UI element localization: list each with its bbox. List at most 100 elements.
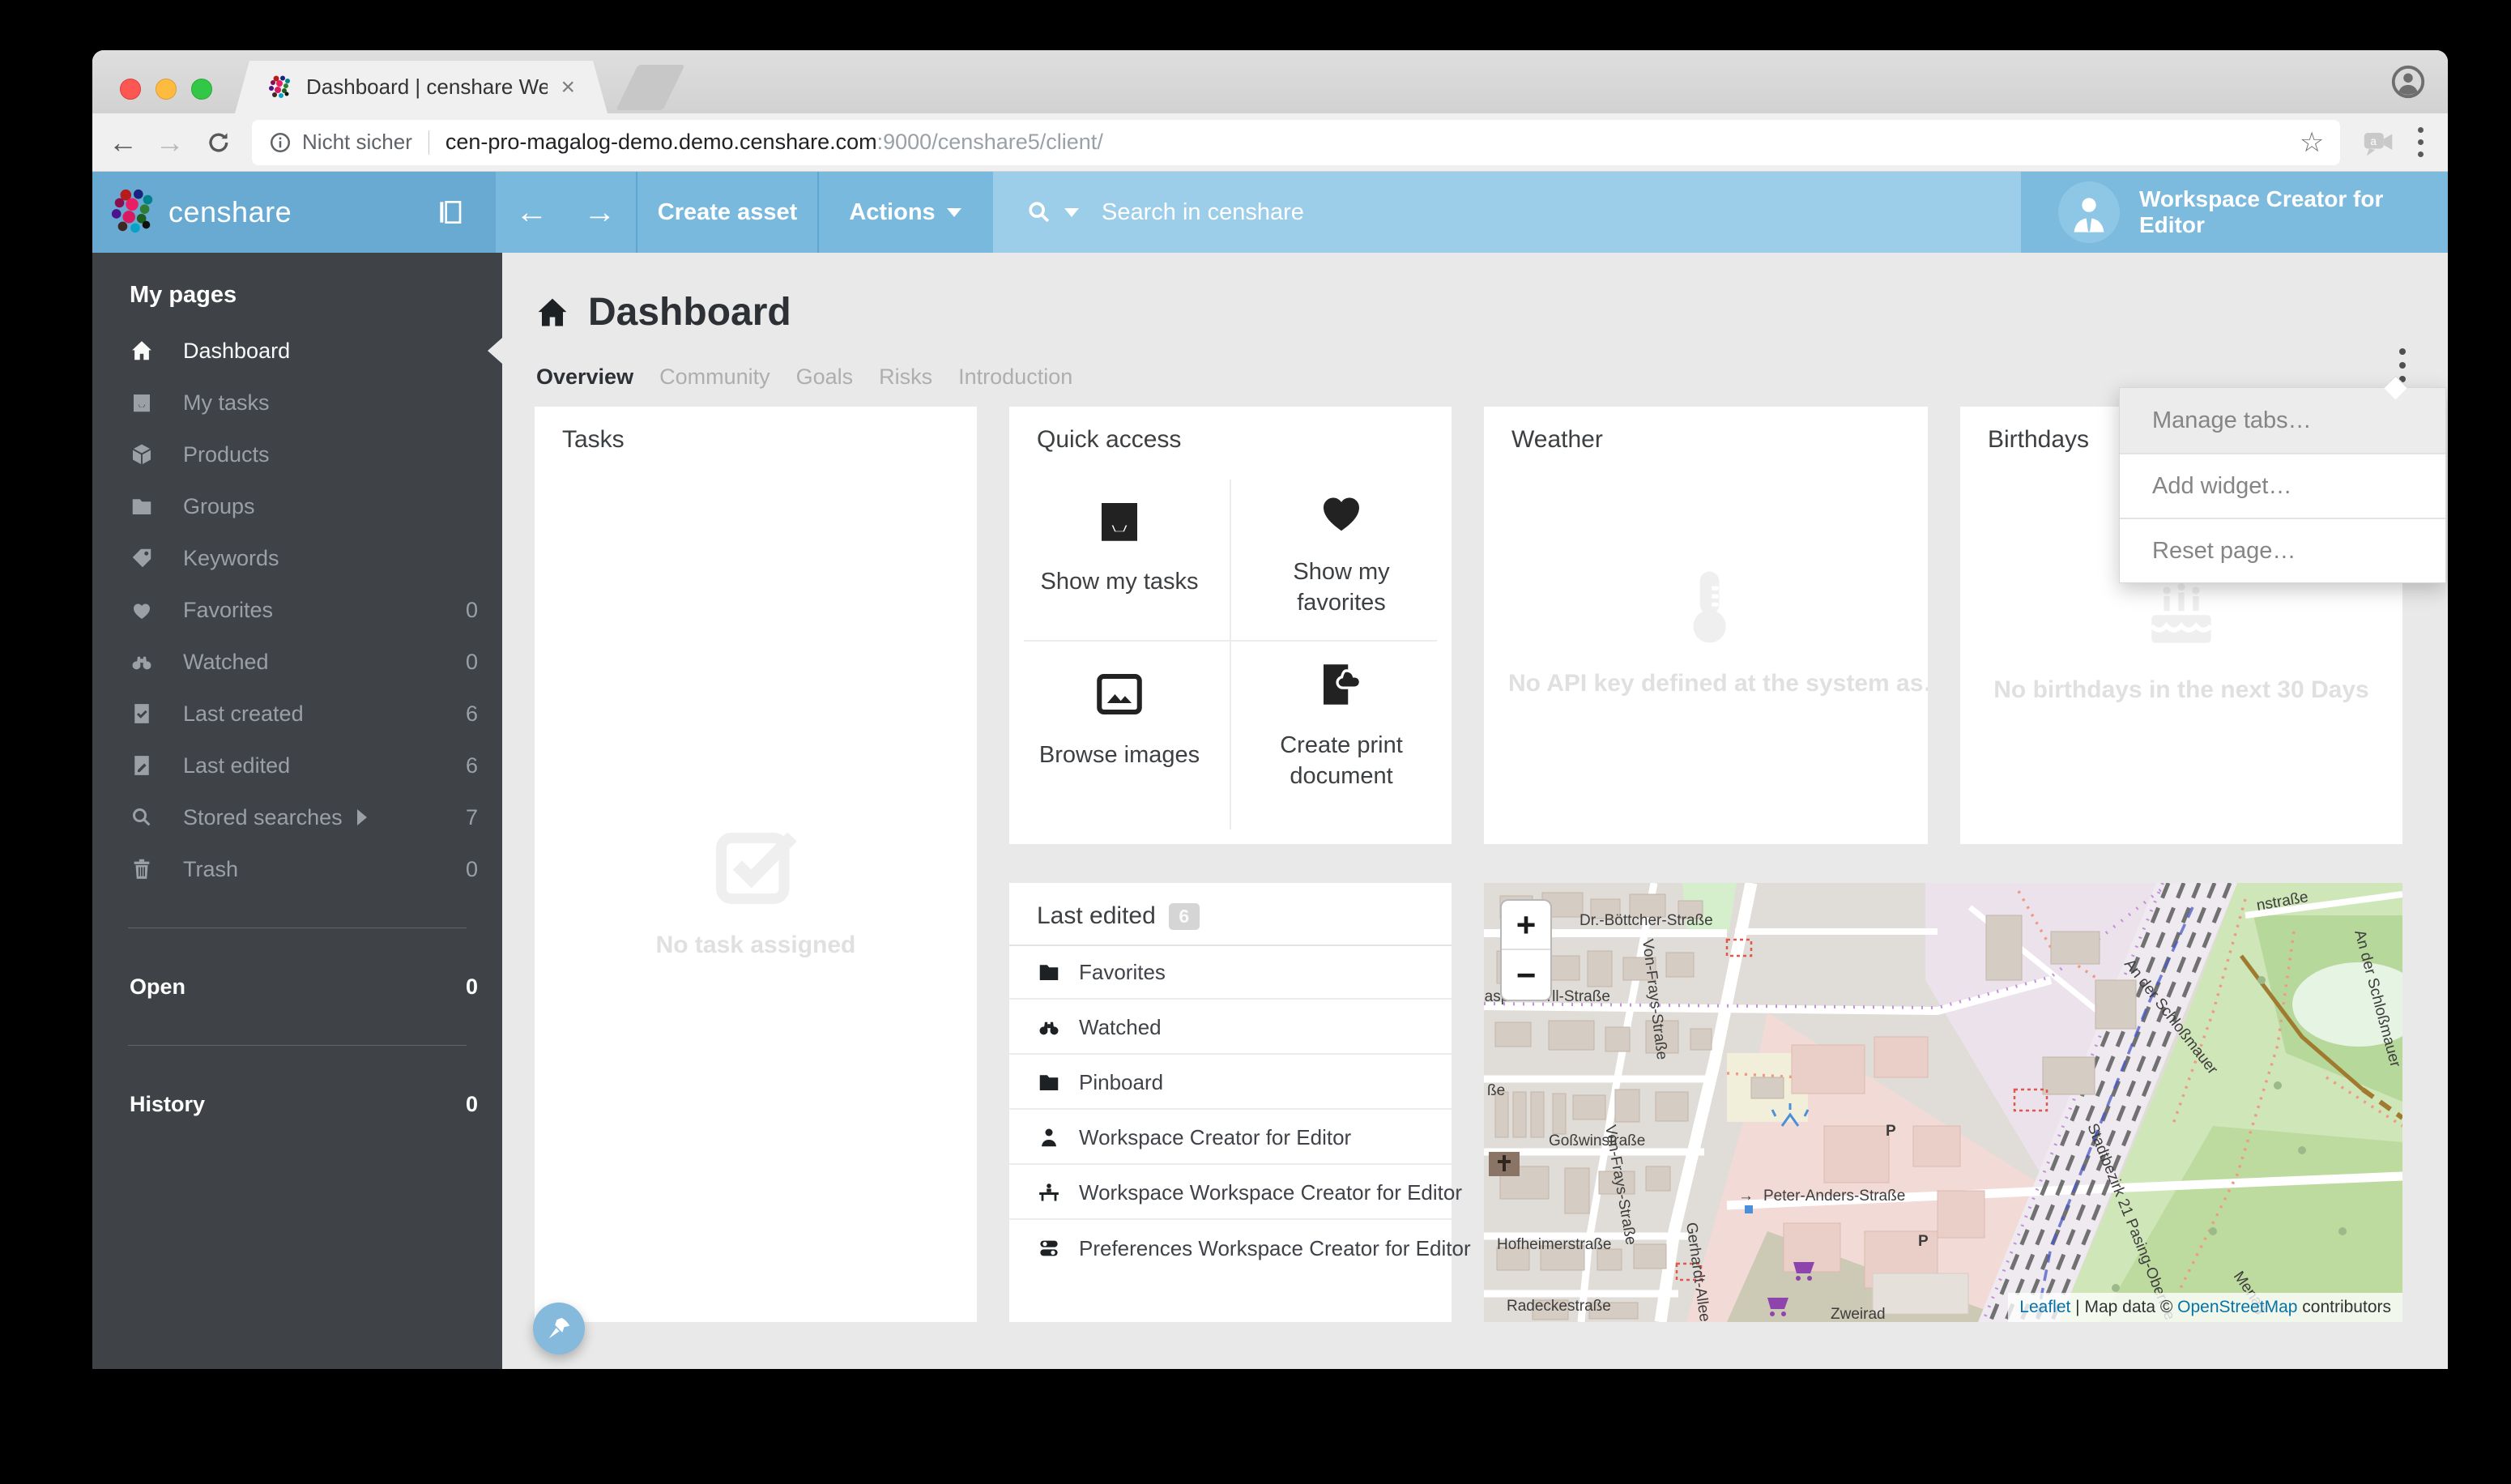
app-forward-button[interactable]: → bbox=[584, 194, 616, 231]
list-item-preferences-workspace[interactable]: Preferences Workspace Creator for Editor bbox=[1009, 1222, 1452, 1275]
browser-tab[interactable]: Dashboard | censhare Web × bbox=[235, 61, 608, 113]
sidebar-item-groups[interactable]: Groups bbox=[92, 480, 502, 532]
address-bar[interactable]: Nicht sicher cen-pro-magalog-demo.demo.c… bbox=[252, 120, 2340, 165]
binoculars-icon bbox=[130, 650, 154, 674]
expand-arrow-icon[interactable] bbox=[357, 809, 367, 825]
browser-back-button[interactable]: ← bbox=[107, 126, 139, 159]
zoom-out-button[interactable]: − bbox=[1502, 950, 1550, 1000]
widget-title: Tasks bbox=[562, 426, 625, 454]
widget-title: Last edited 6 bbox=[1037, 902, 1200, 930]
tag-icon bbox=[130, 546, 154, 570]
menu-item-add-widget[interactable]: Add widget… bbox=[2120, 453, 2445, 518]
quick-create-print-document[interactable]: Create print document bbox=[1239, 658, 1443, 791]
global-search[interactable]: Search in censhare bbox=[993, 172, 2021, 253]
menu-item-reset-page[interactable]: Reset page… bbox=[2120, 518, 2445, 582]
sidebar-item-products[interactable]: Products bbox=[92, 429, 502, 480]
sidebar-item-last-edited[interactable]: Last edited6 bbox=[92, 740, 502, 791]
search-icon bbox=[1025, 198, 1053, 226]
tab-overview[interactable]: Overview bbox=[536, 365, 633, 390]
pin-fab-button[interactable] bbox=[533, 1303, 585, 1354]
list-item-favorites[interactable]: Favorites bbox=[1009, 946, 1452, 1000]
sidebar-item-favorites[interactable]: Favorites0 bbox=[92, 584, 502, 636]
censhare-logo bbox=[109, 187, 159, 237]
actions-button[interactable]: Actions bbox=[819, 172, 991, 253]
new-tab-button[interactable] bbox=[616, 65, 684, 110]
heart-icon bbox=[130, 598, 154, 622]
url-path: :9000/censhare5/client/ bbox=[877, 130, 1103, 155]
widget-last-edited: Last edited 6 Favorites Watched Pinboard bbox=[1009, 883, 1452, 1322]
parking-icon: P bbox=[1886, 1123, 1896, 1140]
svg-text:a: a bbox=[2371, 135, 2377, 147]
sidebar-item-trash[interactable]: Trash0 bbox=[92, 843, 502, 895]
fullscreen-window-button[interactable] bbox=[191, 79, 212, 100]
quick-browse-images[interactable]: Browse images bbox=[1017, 667, 1221, 771]
openstreetmap-link[interactable]: OpenStreetMap bbox=[2177, 1298, 2297, 1317]
map-canvas[interactable]: Dr.-Böttcher-Straße Kaspar-Kerll-Straße … bbox=[1484, 883, 2402, 1322]
page-tabs: Overview Community Goals Risks Introduct… bbox=[536, 365, 1072, 390]
screen: Dashboard | censhare Web × ← → bbox=[0, 0, 2511, 1484]
sidebar-item-watched[interactable]: Watched0 bbox=[92, 636, 502, 688]
tab-introduction[interactable]: Introduction bbox=[958, 365, 1072, 390]
trash-icon bbox=[130, 857, 154, 881]
browser-forward-button[interactable]: → bbox=[154, 126, 186, 159]
widget-map: Dr.-Böttcher-Straße Kaspar-Kerll-Straße … bbox=[1484, 883, 2402, 1322]
tab-risks[interactable]: Risks bbox=[879, 365, 932, 390]
create-asset-button[interactable]: Create asset bbox=[637, 172, 819, 253]
search-scope-chevron-icon[interactable] bbox=[1064, 208, 1079, 217]
quick-show-my-tasks[interactable]: Show my tasks bbox=[1017, 494, 1221, 598]
close-window-button[interactable] bbox=[120, 79, 141, 100]
browser-menu-icon[interactable] bbox=[2418, 127, 2424, 157]
parking-icon: P bbox=[1918, 1233, 1929, 1250]
map-attribution: Leaflet | Map data © OpenStreetMap contr… bbox=[2008, 1293, 2402, 1322]
divider bbox=[1024, 640, 1437, 642]
sidebar-item-last-created[interactable]: Last created6 bbox=[92, 688, 502, 740]
app-logo-area[interactable]: censhare bbox=[92, 172, 496, 253]
page-title: Dashboard bbox=[588, 290, 791, 335]
tab-goals[interactable]: Goals bbox=[796, 365, 854, 390]
sidebar-section-title: My pages bbox=[92, 253, 502, 325]
tab-community[interactable]: Community bbox=[659, 365, 770, 390]
oneway-arrow: → bbox=[1738, 1188, 1754, 1205]
info-icon[interactable] bbox=[268, 130, 292, 155]
search-input[interactable]: Search in censhare bbox=[1102, 199, 1304, 226]
close-tab-icon[interactable]: × bbox=[561, 75, 575, 100]
menu-item-manage-tabs[interactable]: Manage tabs… bbox=[2120, 388, 2445, 453]
sidebar-item-dashboard[interactable]: Dashboard bbox=[92, 325, 502, 377]
sidebar-item-stored-searches[interactable]: Stored searches 7 bbox=[92, 791, 502, 843]
sidebar-item-open[interactable]: Open0 bbox=[92, 961, 502, 1013]
minimize-window-button[interactable] bbox=[156, 79, 177, 100]
app-back-button[interactable]: ← bbox=[516, 194, 548, 231]
browser-reload-button[interactable] bbox=[205, 129, 232, 156]
extension-icon[interactable]: a bbox=[2361, 128, 2397, 157]
bookmark-star-icon[interactable]: ☆ bbox=[2300, 126, 2324, 159]
list-item-pinboard[interactable]: Pinboard bbox=[1009, 1056, 1452, 1110]
app-header: censhare ← → Create asset Actions bbox=[92, 172, 2448, 253]
thermometer-icon bbox=[1661, 562, 1750, 651]
home-icon bbox=[130, 339, 154, 363]
weather-empty-text: No API key defined at the system as… bbox=[1484, 670, 1928, 697]
sidebar-item-keywords[interactable]: Keywords bbox=[92, 532, 502, 584]
street-label: Peter-Anders-Straße bbox=[1763, 1188, 1905, 1205]
browser-profile-icon[interactable] bbox=[2390, 63, 2427, 100]
binoculars-icon bbox=[1037, 1015, 1061, 1039]
quick-show-my-favorites[interactable]: Show my favorites bbox=[1239, 484, 1443, 618]
list-item-workspace-workspace[interactable]: Workspace Workspace Creator for Editor bbox=[1009, 1166, 1452, 1220]
zoom-in-button[interactable]: + bbox=[1502, 901, 1550, 950]
sidebar-item-history[interactable]: History0 bbox=[92, 1078, 502, 1130]
workspace-switcher[interactable]: Workspace Creator for Editor bbox=[2021, 172, 2448, 253]
leaflet-link[interactable]: Leaflet bbox=[2019, 1298, 2070, 1317]
brand-name: censhare bbox=[168, 195, 292, 229]
tab-title: Dashboard | censhare Web bbox=[306, 75, 548, 100]
widget-weather: Weather No API key defined at the system… bbox=[1484, 407, 1928, 844]
birthdays-empty-text: No birthdays in the next 30 Days bbox=[1960, 676, 2402, 704]
list-item-watched[interactable]: Watched bbox=[1009, 1001, 1452, 1055]
collapse-sidebar-icon[interactable] bbox=[437, 195, 463, 229]
cube-icon bbox=[130, 442, 154, 467]
folder-icon bbox=[1037, 1070, 1061, 1094]
tasks-empty-text: No task assigned bbox=[535, 932, 977, 959]
folder-icon bbox=[1037, 960, 1061, 984]
inbox-icon bbox=[1093, 494, 1146, 548]
street-label: Hofheimerstraße bbox=[1497, 1236, 1612, 1253]
sidebar-item-my-tasks[interactable]: My tasks bbox=[92, 377, 502, 429]
list-item-workspace[interactable]: Workspace Creator for Editor bbox=[1009, 1111, 1452, 1165]
